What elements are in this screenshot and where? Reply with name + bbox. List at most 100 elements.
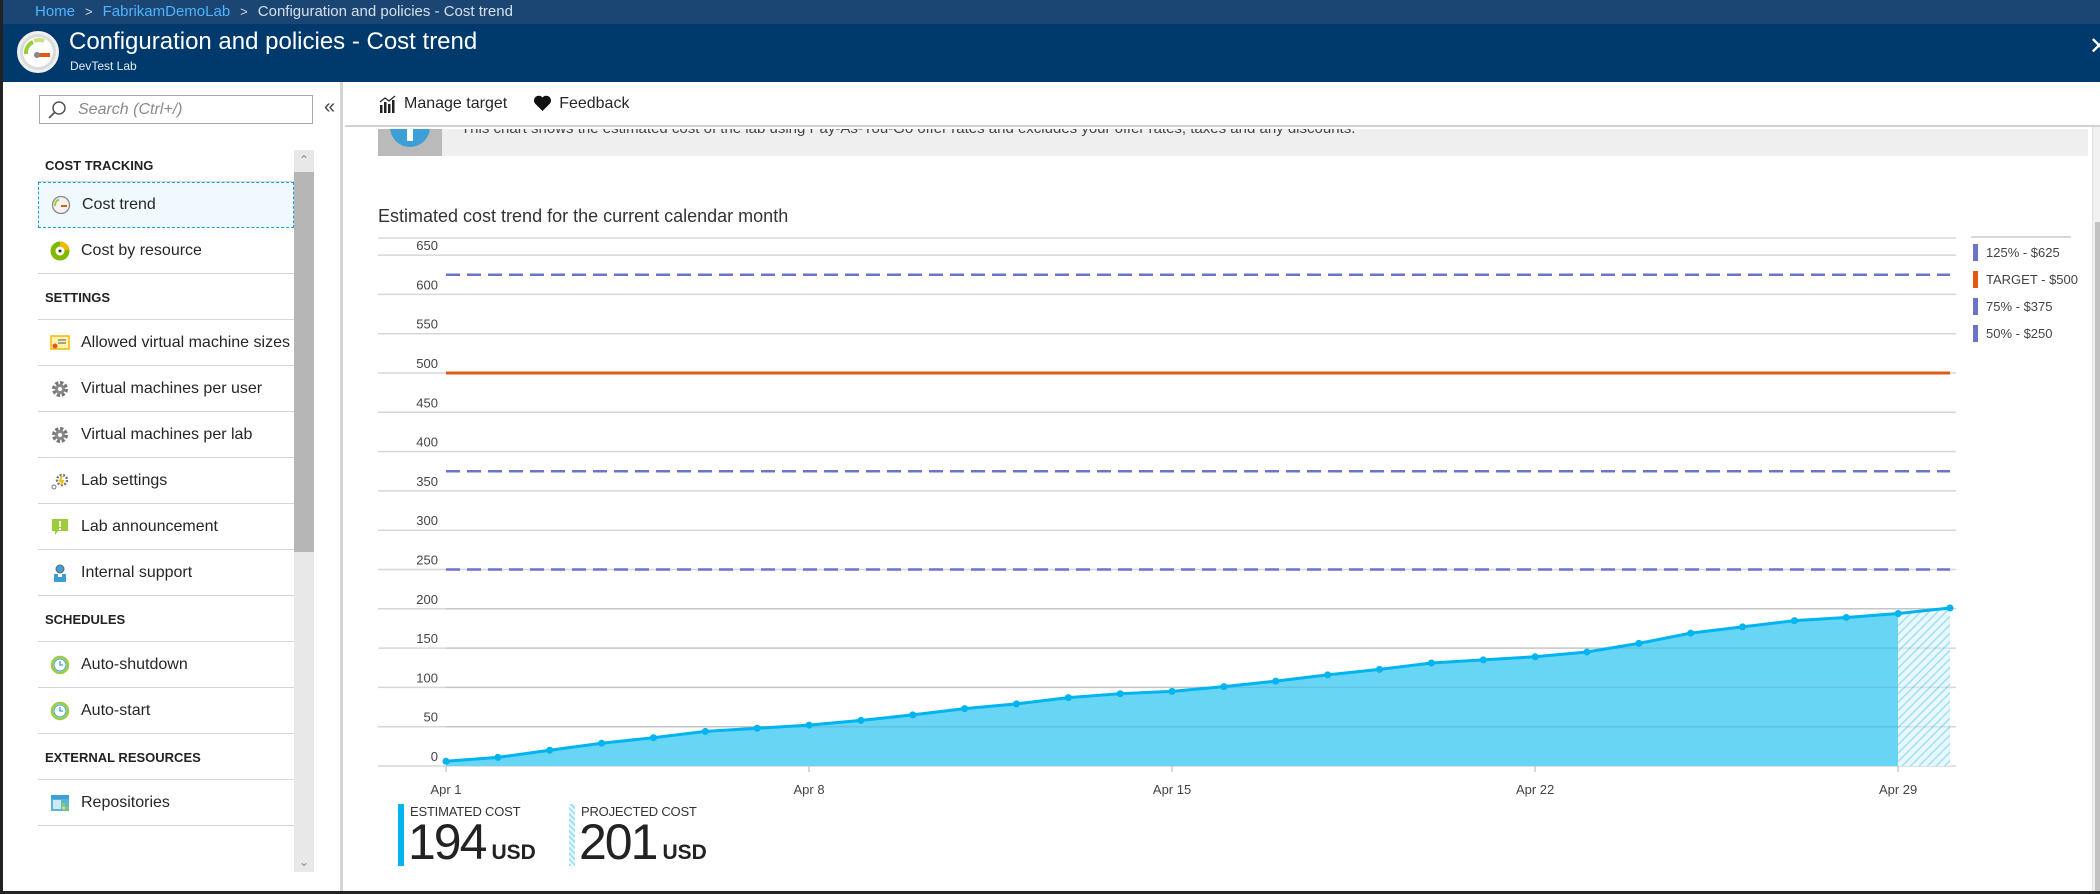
chevron-right-icon: > (85, 4, 93, 19)
cost-trend-chart: 050100150200250300350400450500550600650 … (378, 236, 2078, 797)
y-tick-label: 250 (416, 553, 438, 568)
clock-icon (50, 701, 70, 721)
legend-item[interactable]: TARGET - $500 (1973, 271, 2078, 288)
sidebar: « COST TRACKING Cost trend Cost by resou… (6, 82, 343, 891)
x-tick-label: Apr 15 (1153, 782, 1191, 797)
sidebar-item-lab-settings[interactable]: Lab settings (38, 458, 294, 504)
data-point (494, 753, 502, 761)
content-scrollbar[interactable] (2092, 127, 2100, 891)
blade-header: Configuration and policies - Cost trend … (3, 24, 2100, 82)
y-tick-label: 600 (416, 277, 438, 292)
chevron-right-icon: > (240, 4, 248, 19)
sidebar-item-label: Auto-start (81, 701, 151, 719)
data-point (1790, 617, 1798, 625)
legend-item[interactable]: 125% - $625 (1973, 244, 2060, 261)
gear-icon (50, 379, 70, 399)
y-tick-label: 650 (416, 238, 438, 253)
sidebar-item-label: Lab settings (81, 471, 168, 489)
estimated-cost-swatch (398, 804, 404, 866)
data-point (1064, 694, 1072, 702)
scroll-down-icon[interactable]: ⌄ (294, 852, 314, 872)
data-point (1894, 610, 1902, 618)
breadcrumb-current: Configuration and policies - Cost trend (257, 3, 513, 20)
legend-item[interactable]: 50% - $250 (1973, 325, 2053, 342)
search-box[interactable] (39, 95, 313, 124)
sidebar-item-repositories[interactable]: Repositories (38, 780, 294, 826)
data-point (1324, 671, 1332, 679)
scrollbar-thumb[interactable] (294, 172, 314, 552)
lab-settings-icon (50, 471, 70, 491)
legend-swatch (1973, 244, 1978, 261)
breadcrumb: Home > FabrikamDemoLab > Configuration and p… (3, 0, 2100, 24)
y-tick-label: 350 (416, 474, 438, 489)
content-pane: Manage target Feedback This chart shows … (345, 82, 2100, 891)
x-tick-label: Apr 8 (793, 782, 824, 797)
data-point (442, 757, 450, 765)
sidebar-item-label: Allowed virtual machine sizes (81, 333, 290, 351)
legend-label: TARGET - $500 (1986, 272, 2078, 287)
breadcrumb-home[interactable]: Home (35, 3, 75, 20)
legend-label: 75% - $375 (1986, 299, 2053, 314)
legend-label: 125% - $625 (1986, 245, 2060, 260)
data-point (1168, 687, 1176, 695)
y-tick-label: 0 (431, 749, 438, 764)
page-title: Configuration and policies - Cost trend (69, 28, 478, 55)
sidebar-scrollbar[interactable]: ⌃ ⌄ (294, 150, 314, 872)
scroll-up-icon[interactable]: ⌃ (294, 150, 314, 170)
breadcrumb-lab[interactable]: FabrikamDemoLab (103, 3, 231, 20)
sidebar-item-cost-by-resource[interactable]: Cost by resource (38, 228, 294, 274)
data-point (1635, 639, 1643, 647)
support-person-icon (50, 563, 70, 583)
sidebar-item-allowed-vm-sizes[interactable]: Allowed virtual machine sizes (38, 320, 294, 366)
gauge-logo-icon (17, 31, 59, 73)
sidebar-item-lab-announcement[interactable]: Lab announcement (38, 504, 294, 550)
projected-cost-unit: USD (662, 841, 707, 864)
sidebar-item-label: Repositories (81, 793, 170, 811)
sidebar-item-label: Virtual machines per lab (81, 425, 253, 443)
data-point (1012, 700, 1020, 708)
search-input[interactable] (78, 98, 303, 121)
x-tick-label: Apr 22 (1516, 782, 1554, 797)
gauge-icon (51, 195, 71, 215)
y-tick-label: 200 (416, 592, 438, 607)
sidebar-item-vms-per-user[interactable]: Virtual machines per user (38, 366, 294, 412)
data-point (1739, 623, 1747, 631)
data-point (753, 724, 761, 732)
data-point (1272, 677, 1280, 685)
sidebar-item-label: Auto-shutdown (81, 655, 188, 673)
estimated-cost-unit: USD (491, 841, 536, 864)
legend-label: 50% - $250 (1986, 326, 2053, 341)
section-settings: SETTINGS (38, 274, 294, 320)
sidebar-item-auto-shutdown[interactable]: Auto-shutdown (38, 642, 294, 688)
close-icon[interactable]: ✕ (2089, 32, 2100, 61)
collapse-sidebar-button[interactable]: « (324, 96, 335, 119)
data-point (1842, 613, 1850, 621)
window-frame: Home > FabrikamDemoLab > Configuration and p… (0, 0, 2100, 894)
y-tick-label: 300 (416, 513, 438, 528)
data-point (1116, 690, 1124, 698)
data-point (598, 739, 606, 747)
projected-cost-swatch (569, 804, 575, 866)
sidebar-item-internal-support[interactable]: Internal support (38, 550, 294, 596)
data-point (1946, 604, 1954, 612)
x-tick-label: Apr 29 (1879, 782, 1917, 797)
announcement-icon (50, 517, 70, 537)
data-point (701, 727, 709, 735)
sidebar-item-label: Cost by resource (81, 241, 202, 259)
donut-chart-icon (50, 241, 70, 261)
y-tick-label: 550 (416, 317, 438, 332)
section-cost-tracking: COST TRACKING (38, 150, 294, 182)
y-tick-label: 50 (424, 710, 438, 725)
y-tick-label: 500 (416, 356, 438, 371)
sidebar-item-cost-trend[interactable]: Cost trend (38, 182, 294, 228)
sidebar-item-vms-per-lab[interactable]: Virtual machines per lab (38, 412, 294, 458)
data-point (1427, 659, 1435, 667)
gear-icon (50, 425, 70, 445)
data-point (909, 711, 917, 719)
sidebar-item-auto-start[interactable]: Auto-start (38, 688, 294, 734)
data-point (1687, 629, 1695, 637)
data-point (805, 721, 813, 729)
legend-item[interactable]: 75% - $375 (1973, 298, 2053, 315)
scrollbar-thumb[interactable] (2095, 222, 2100, 891)
sidebar-item-label: Internal support (81, 563, 193, 581)
